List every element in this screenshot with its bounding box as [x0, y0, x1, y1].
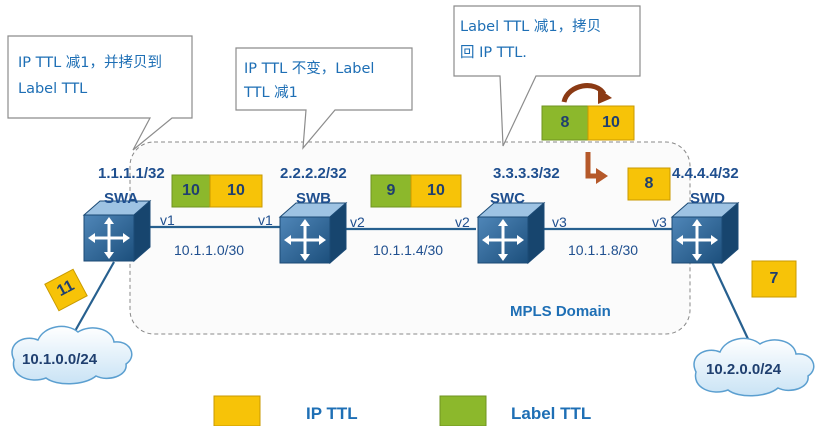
port-swc-left: v2	[455, 214, 470, 230]
port-swb-right: v2	[350, 214, 365, 230]
switch-swc-icon	[476, 201, 546, 265]
cloud-right-label: 10.2.0.0/24	[706, 361, 782, 378]
callout-swa-line1: IP TTL 减1，并拷贝到	[18, 55, 163, 71]
legend-label-ttl-swatch	[439, 395, 487, 426]
callout-swb-line1: IP TTL 不变，Label	[244, 61, 375, 77]
copy-arrowhead-icon	[598, 88, 612, 104]
egress-ip-ttl-value: 7	[769, 270, 779, 287]
legend-ip-ttl-label: IP TTL	[306, 404, 358, 423]
swb-name: SWB	[296, 190, 331, 207]
link-ab-network: 10.1.1.0/30	[174, 242, 245, 258]
swa-address: 1.1.1.1/32	[98, 165, 165, 182]
mpls-domain-label: MPLS Domain	[510, 303, 611, 320]
swc-name: SWC	[490, 190, 525, 207]
bc-label-ttl-value: 9	[386, 182, 396, 199]
callout-swc-line2: 回 IP TTL.	[460, 45, 527, 61]
callout-swb-line2: TTL 减1	[244, 85, 298, 101]
swc-label-ttl-value: 8	[560, 114, 570, 131]
bc-ip-ttl-value: 10	[427, 182, 445, 199]
port-swc-right: v3	[552, 214, 567, 230]
ab-label-ttl-value: 10	[182, 182, 200, 199]
mpls-ttl-diagram: IP TTL 减1，并拷贝到 Label TTL IP TTL 不变，Label…	[0, 0, 824, 426]
cloud-left-label: 10.1.0.0/24	[22, 351, 98, 368]
port-swa-right: v1	[160, 212, 175, 228]
port-swb-left: v1	[258, 212, 273, 228]
callout-swc-line1: Label TTL 减1，拷贝	[460, 19, 602, 35]
legend-label-ttl-label: Label TTL	[511, 404, 592, 423]
port-swd-left: v3	[652, 214, 667, 230]
ab-ip-ttl-value: 10	[227, 182, 245, 199]
switch-swd-icon	[670, 201, 740, 265]
swd-address: 4.4.4.4/32	[672, 165, 739, 182]
switch-swa-icon	[82, 199, 152, 263]
callout-swa-line2: Label TTL	[18, 81, 88, 97]
swa-name: SWA	[104, 190, 139, 207]
legend-ip-ttl-swatch	[213, 395, 261, 426]
swc-ip-ttl-value: 10	[602, 114, 620, 131]
link-cd-network: 10.1.1.8/30	[568, 242, 639, 258]
swc-address: 3.3.3.3/32	[493, 165, 560, 182]
swb-address: 2.2.2.2/32	[280, 165, 347, 182]
link-bc-network: 10.1.1.4/30	[373, 242, 444, 258]
swd-name: SWD	[690, 190, 725, 207]
swc-out-ip-ttl-value: 8	[644, 175, 654, 192]
switch-swb-icon	[278, 201, 348, 265]
